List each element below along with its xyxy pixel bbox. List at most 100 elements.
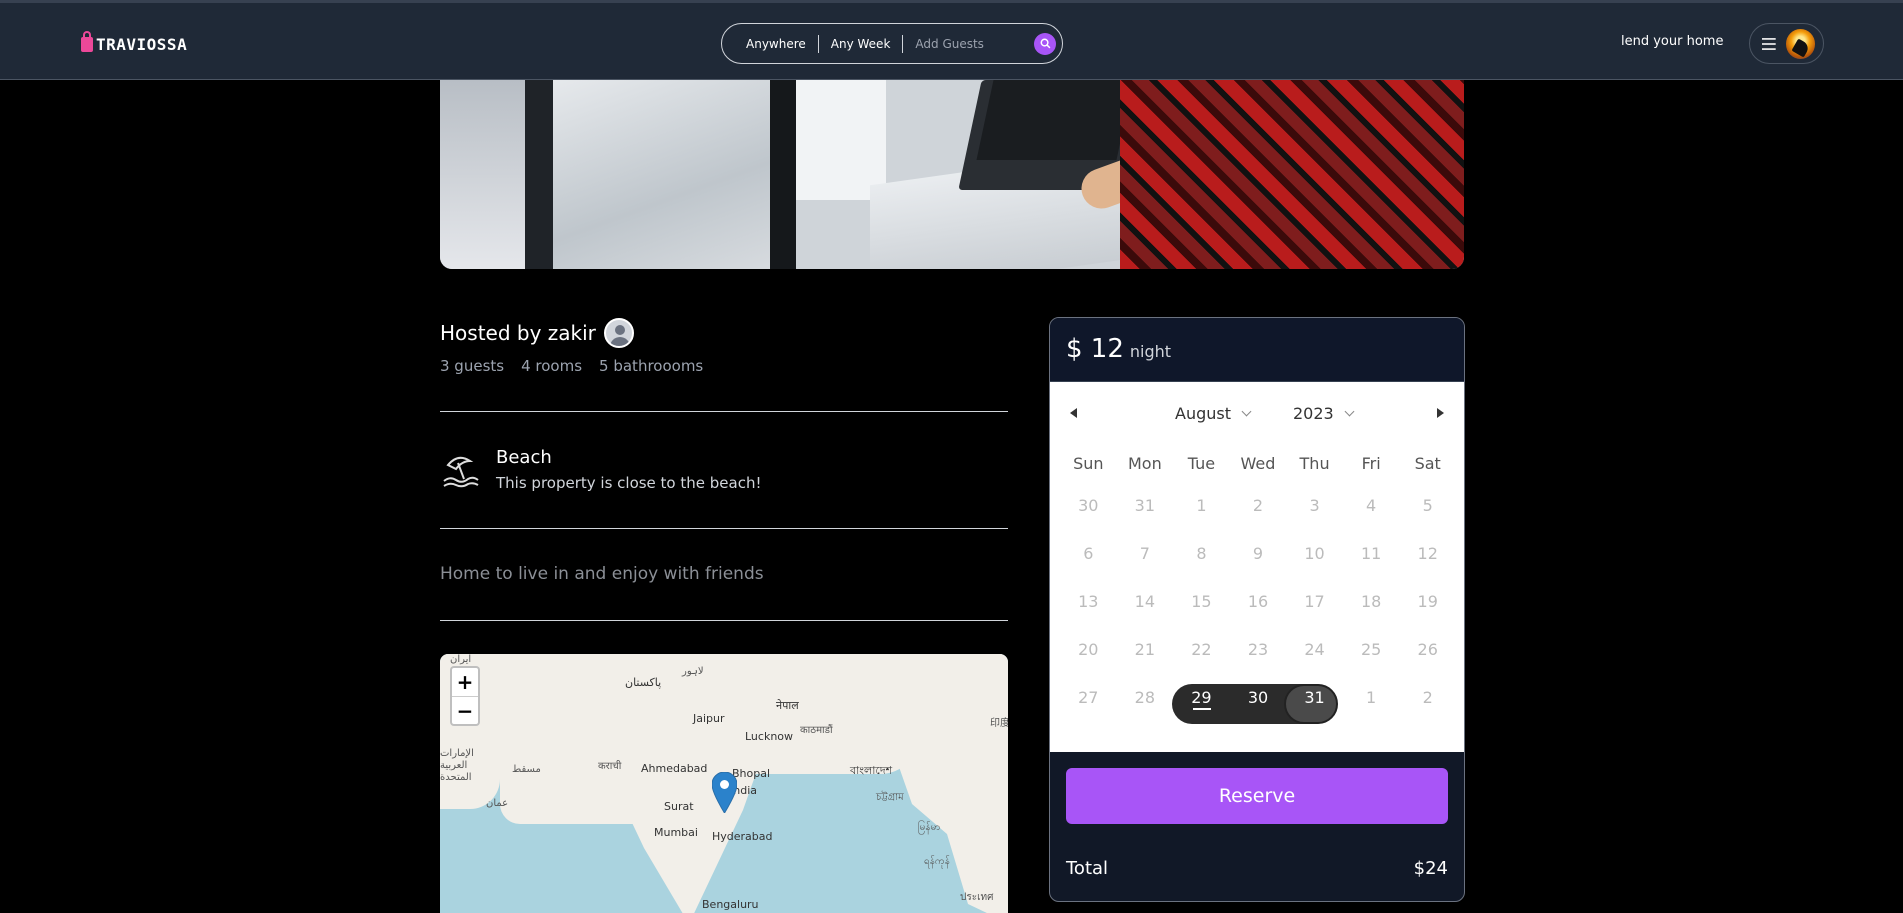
calendar-day[interactable]: 15	[1173, 582, 1230, 620]
calendar-day[interactable]: 2	[1230, 486, 1287, 524]
lend-your-home-link[interactable]: lend your home	[1621, 34, 1723, 49]
calendar-day[interactable]: 11	[1343, 534, 1400, 572]
map-label: 印度	[990, 718, 1008, 729]
chevron-down-icon	[1241, 406, 1252, 417]
logo[interactable]: TRAVIOSSA	[80, 29, 187, 54]
listing-photo	[440, 80, 1464, 269]
chevron-down-icon	[1344, 406, 1355, 417]
calendar-day[interactable]: 2	[1399, 678, 1456, 716]
zoom-in-button[interactable]: +	[452, 668, 478, 696]
map-label: काठमाडौं	[800, 725, 833, 736]
map-label: চট্টগ্রাম	[876, 792, 904, 803]
calendar-day[interactable]: 25	[1343, 630, 1400, 668]
prev-month-icon[interactable]	[1070, 408, 1077, 418]
divider	[440, 411, 1008, 412]
search-bar[interactable]: Anywhere Any Week Add Guests	[721, 23, 1063, 64]
search-where[interactable]: Anywhere	[734, 37, 818, 51]
calendar-day[interactable]: 29	[1173, 678, 1230, 716]
weekday-label: Mon	[1127, 454, 1162, 473]
map-label: မြန်မာ	[918, 822, 941, 833]
listing-description: Home to live in and enjoy with friends	[440, 564, 764, 584]
calendar-day[interactable]: 18	[1343, 582, 1400, 620]
calendar-nav: August 2023	[1050, 402, 1464, 430]
calendar-day[interactable]: 19	[1399, 582, 1456, 620]
calendar-day[interactable]: 3	[1286, 486, 1343, 524]
price-header: $ 12 night	[1050, 318, 1464, 382]
map-label: कराची	[598, 761, 622, 772]
price-unit: night	[1129, 342, 1172, 361]
calendar-day[interactable]: 7	[1117, 534, 1174, 572]
user-menu-button[interactable]	[1749, 23, 1824, 64]
calendar-day[interactable]: 26	[1399, 630, 1456, 668]
map-label: नेपाल	[776, 699, 799, 712]
map-marker-icon[interactable]	[712, 772, 737, 813]
search-guests[interactable]: Add Guests	[903, 37, 996, 51]
category-description: This property is close to the beach!	[496, 474, 762, 492]
calendar-day[interactable]: 21	[1117, 630, 1174, 668]
calendar-day[interactable]: 30	[1060, 486, 1117, 524]
menu-icon	[1762, 37, 1776, 50]
calendar-day[interactable]: 14	[1117, 582, 1174, 620]
map-label: Surat	[664, 800, 694, 813]
weekday-label: Wed	[1240, 454, 1276, 473]
total-label: Total	[1066, 858, 1109, 879]
map-label: لاہور	[682, 666, 704, 677]
host-avatar	[603, 318, 634, 348]
calendar-day[interactable]: 4	[1343, 486, 1400, 524]
calendar-day[interactable]: 9	[1230, 534, 1287, 572]
date-picker: August 2023 Sun Mon Tue Wed Thu Fri Sat …	[1050, 382, 1464, 752]
map-label: ایران	[450, 654, 472, 665]
calendar-day[interactable]: 30	[1230, 678, 1287, 716]
weekday-label: Tue	[1187, 454, 1216, 473]
calendar-day[interactable]: 1	[1173, 486, 1230, 524]
category-title: Beach	[496, 447, 552, 468]
weekday-header: Sun Mon Tue Wed Thu Fri Sat	[1060, 454, 1456, 473]
map-label: مسقط	[512, 764, 541, 775]
host-title-text: Hosted by zakir	[440, 321, 596, 345]
calendar-day[interactable]: 13	[1060, 582, 1117, 620]
calendar-day[interactable]: 5	[1399, 486, 1456, 524]
map-zoom-control: + −	[450, 666, 480, 726]
calendar-day[interactable]: 22	[1173, 630, 1230, 668]
map-label: বাংলাদেশ	[850, 764, 893, 777]
navbar: TRAVIOSSA Anywhere Any Week Add Guests l…	[0, 0, 1903, 80]
calendar-day[interactable]: 17	[1286, 582, 1343, 620]
map-label: پاکستان	[625, 676, 662, 689]
calendar-day[interactable]: 28	[1117, 678, 1174, 716]
calendar-day[interactable]: 24	[1286, 630, 1343, 668]
total-value: $24	[1413, 858, 1448, 879]
calendar-day[interactable]: 8	[1173, 534, 1230, 572]
calendar-days: 30 31 1 2 3 4 5 6 7 8 9 10 11 12 13 14 15 16 17 18 19 20 21 22 2…	[1060, 486, 1456, 716]
year-select[interactable]: 2023	[1293, 404, 1355, 423]
map-label: ประเทศ	[960, 892, 994, 903]
map-label: Ahmedabad	[641, 762, 708, 775]
map-label: عمان	[486, 798, 509, 809]
calendar-day[interactable]: 31	[1117, 486, 1174, 524]
search-icon	[1040, 38, 1050, 49]
calendar-day[interactable]: 23	[1230, 630, 1287, 668]
logo-text: TRAVIOSSA	[96, 35, 188, 54]
map-label: Bengaluru	[702, 898, 759, 911]
calendar-day[interactable]: 10	[1286, 534, 1343, 572]
search-button[interactable]	[1034, 32, 1056, 55]
zoom-out-button[interactable]: −	[452, 696, 478, 724]
location-map[interactable]: ایران پاکستان لاہور नेपाल काठमाडौं Jaipu…	[440, 654, 1008, 913]
reserve-button[interactable]: Reserve	[1066, 768, 1448, 824]
calendar-day[interactable]: 6	[1060, 534, 1117, 572]
bathrooms-count: 5 bathroooms	[599, 357, 704, 375]
rooms-count: 4 rooms	[521, 357, 583, 375]
calendar-day[interactable]: 27	[1060, 678, 1117, 716]
search-when[interactable]: Any Week	[819, 37, 903, 51]
calendar-day[interactable]: 31	[1286, 678, 1343, 716]
calendar-day[interactable]: 20	[1060, 630, 1117, 668]
month-label: August	[1175, 404, 1231, 423]
month-select[interactable]: August	[1175, 404, 1252, 423]
map-label: الإمارات العربية المتحدة	[440, 748, 474, 783]
calendar-day[interactable]: 12	[1399, 534, 1456, 572]
luggage-icon	[80, 30, 94, 53]
divider	[440, 620, 1008, 621]
host-title: Hosted by zakir	[440, 318, 634, 348]
next-month-icon[interactable]	[1437, 408, 1444, 418]
calendar-day[interactable]: 16	[1230, 582, 1287, 620]
calendar-day[interactable]: 1	[1343, 678, 1400, 716]
